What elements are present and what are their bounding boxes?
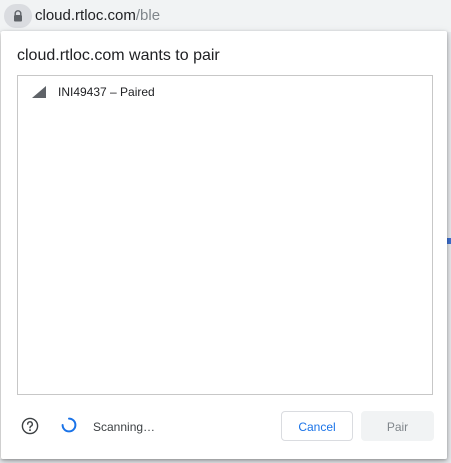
url-text: cloud.rtloc.com/ble bbox=[35, 7, 160, 25]
scanning-status: Scanning… bbox=[93, 420, 156, 434]
site-info-button[interactable] bbox=[4, 4, 32, 28]
pair-button[interactable]: Pair bbox=[361, 411, 434, 441]
browser-toolbar: cloud.rtloc.com/ble bbox=[0, 0, 451, 32]
url-path: /ble bbox=[135, 7, 161, 24]
address-bar[interactable]: cloud.rtloc.com/ble bbox=[0, 0, 451, 32]
cancel-button[interactable]: Cancel bbox=[281, 411, 353, 441]
device-label: INI49437 – Paired bbox=[58, 85, 155, 99]
bluetooth-pair-dialog: cloud.rtloc.com wants to pair INI49437 –… bbox=[1, 31, 447, 459]
url-host: cloud.rtloc.com bbox=[35, 7, 136, 24]
signal-strength-icon bbox=[32, 86, 46, 98]
loading-spinner-icon bbox=[61, 417, 77, 433]
help-circle-icon[interactable] bbox=[21, 417, 39, 435]
background-page-bottom bbox=[0, 459, 451, 463]
dialog-title: cloud.rtloc.com wants to pair bbox=[17, 47, 220, 64]
device-list-item[interactable]: INI49437 – Paired bbox=[18, 82, 432, 102]
background-page-edge bbox=[447, 32, 451, 463]
device-list[interactable]: INI49437 – Paired bbox=[17, 75, 433, 395]
lock-icon bbox=[14, 10, 22, 22]
background-page-accent bbox=[447, 238, 451, 244]
